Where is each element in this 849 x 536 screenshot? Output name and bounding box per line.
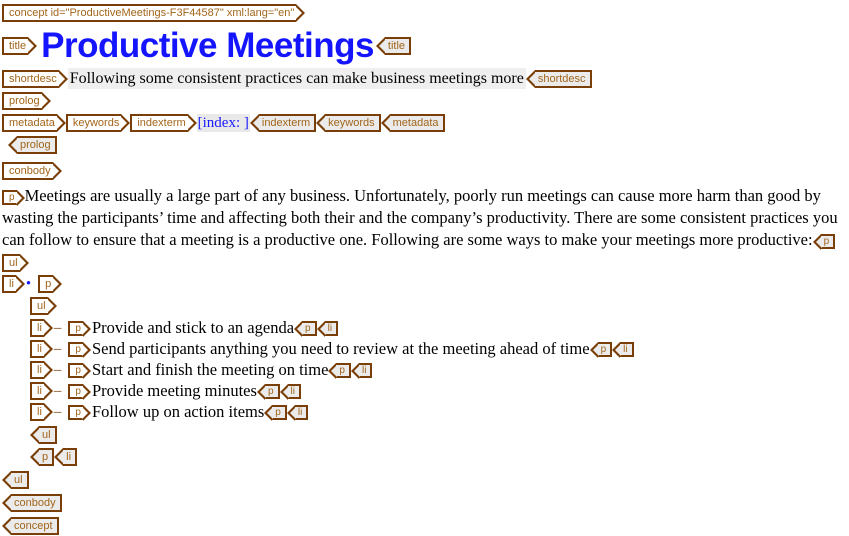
tag-li-open[interactable]: li [30, 403, 53, 421]
shortdesc-text[interactable]: Following some consistent practices can … [67, 68, 526, 89]
tag-p-open[interactable]: p [68, 320, 91, 337]
prolog-open-row: prolog [2, 91, 849, 111]
tag-conbody-close[interactable]: conbody [2, 494, 62, 512]
list-item-text[interactable]: Follow up on action items [92, 402, 264, 422]
list-item: li – p Follow up on action items p li [30, 402, 849, 422]
tag-concept-close[interactable]: concept [2, 517, 59, 535]
tag-li-close[interactable]: li [350, 362, 373, 379]
tag-p-close[interactable]: p [328, 362, 351, 379]
list-item-text[interactable]: Start and finish the meeting on time [92, 360, 328, 380]
tag-ul-nested-close[interactable]: ul [30, 426, 57, 444]
concept-close-row: concept [2, 516, 849, 536]
dash-marker-icon: – [53, 319, 62, 336]
list-item: li – p Provide and stick to an agenda p … [30, 318, 849, 338]
tag-li-open[interactable]: li [30, 340, 53, 358]
dash-marker-icon: – [53, 382, 62, 399]
list-item: li – p Start and finish the meeting on t… [30, 360, 849, 380]
ul-nested-close-row: ul [30, 425, 849, 445]
conbody-close-row: conbody [2, 493, 849, 513]
list-item: li – p Send participants anything you ne… [30, 339, 849, 359]
title-row: title Productive Meetings title [2, 27, 849, 65]
tag-p-close[interactable]: p [257, 383, 280, 400]
tag-li-close[interactable]: li [54, 448, 78, 466]
dash-marker-icon: – [53, 361, 62, 378]
shortdesc-row: shortdesc Following some consistent prac… [2, 68, 849, 89]
tag-li-open[interactable]: li [30, 382, 53, 400]
tag-shortdesc-close[interactable]: shortdesc [525, 69, 592, 88]
ul-outer-open-row: ul [2, 253, 849, 273]
tag-p-open[interactable]: p [68, 362, 91, 379]
tag-p-close[interactable]: p [29, 448, 55, 466]
intro-paragraph-text[interactable]: Meetings are usually a large part of any… [2, 186, 838, 249]
tag-p-close[interactable]: p [294, 320, 317, 337]
indexterm-text[interactable]: [index: ] [196, 114, 250, 132]
tag-keywords-close[interactable]: keywords [316, 114, 381, 132]
tag-li-close[interactable]: li [286, 404, 309, 421]
xml-author-canvas[interactable]: concept id="ProductiveMeetings-F3F44587"… [0, 0, 849, 536]
ul-nested-open-row: ul [30, 296, 849, 316]
dash-marker-icon: – [53, 340, 62, 357]
tag-li-open[interactable]: li [2, 275, 25, 293]
tag-p-open[interactable]: p [68, 383, 91, 400]
tag-ul-close[interactable]: ul [2, 471, 29, 489]
tag-li-open[interactable]: li [30, 319, 53, 337]
tag-conbody-open[interactable]: conbody [2, 162, 62, 180]
metadata-row: metadata keywords indexterm [index: ] in… [2, 113, 849, 133]
tag-prolog-open[interactable]: prolog [2, 92, 51, 110]
tag-indexterm-close[interactable]: indexterm [249, 114, 317, 132]
tag-li-close[interactable]: li [611, 341, 634, 358]
tag-metadata-close[interactable]: metadata [380, 114, 445, 132]
page-title: Productive Meetings [41, 26, 374, 65]
tag-p-open[interactable]: p [38, 275, 63, 293]
tag-concept-open[interactable]: concept id="ProductiveMeetings-F3F44587"… [2, 4, 306, 22]
tag-li-close[interactable]: li [316, 320, 339, 337]
list-item-text[interactable]: Provide and stick to an agenda [92, 318, 294, 338]
tag-keywords-open[interactable]: keywords [65, 114, 131, 132]
tag-title-open[interactable]: title [2, 37, 38, 55]
concept-open-row: concept id="ProductiveMeetings-F3F44587"… [2, 3, 849, 23]
tag-p-open[interactable]: p [2, 189, 24, 206]
intro-paragraph-row: p Meetings are usually a large part of an… [2, 185, 849, 251]
tag-indexterm-open[interactable]: indexterm [130, 114, 197, 132]
tag-li-close[interactable]: li [279, 383, 301, 400]
li-outer-open-row: li • p [2, 274, 849, 294]
list-item-text[interactable]: Send participants anything you need to r… [92, 339, 590, 359]
tag-li-open[interactable]: li [30, 361, 53, 379]
dash-marker-icon: – [53, 403, 62, 420]
conbody-open-row: conbody [2, 161, 849, 181]
tag-p-close[interactable]: p [812, 233, 836, 250]
tag-p-close[interactable]: p [589, 341, 613, 358]
tag-p-open[interactable]: p [68, 341, 91, 358]
ul-outer-close-row: ul [2, 470, 849, 490]
prolog-close-row: prolog [8, 135, 849, 155]
tag-ul-nested-open[interactable]: ul [30, 297, 56, 315]
tag-metadata-open[interactable]: metadata [2, 114, 66, 132]
li-outer-close-row: p li [29, 447, 849, 467]
list-item: li – p Provide meeting minutes p li [30, 381, 849, 401]
tag-shortdesc-open[interactable]: shortdesc [2, 69, 68, 88]
bullet-marker-icon: • [25, 275, 32, 292]
tag-p-open[interactable]: p [68, 404, 91, 421]
tag-prolog-close[interactable]: prolog [8, 136, 57, 154]
tag-ul-open[interactable]: ul [2, 254, 28, 272]
tag-title-close[interactable]: title [375, 37, 412, 55]
list-item-text[interactable]: Provide meeting minutes [92, 381, 257, 401]
tag-p-close[interactable]: p [264, 404, 287, 421]
